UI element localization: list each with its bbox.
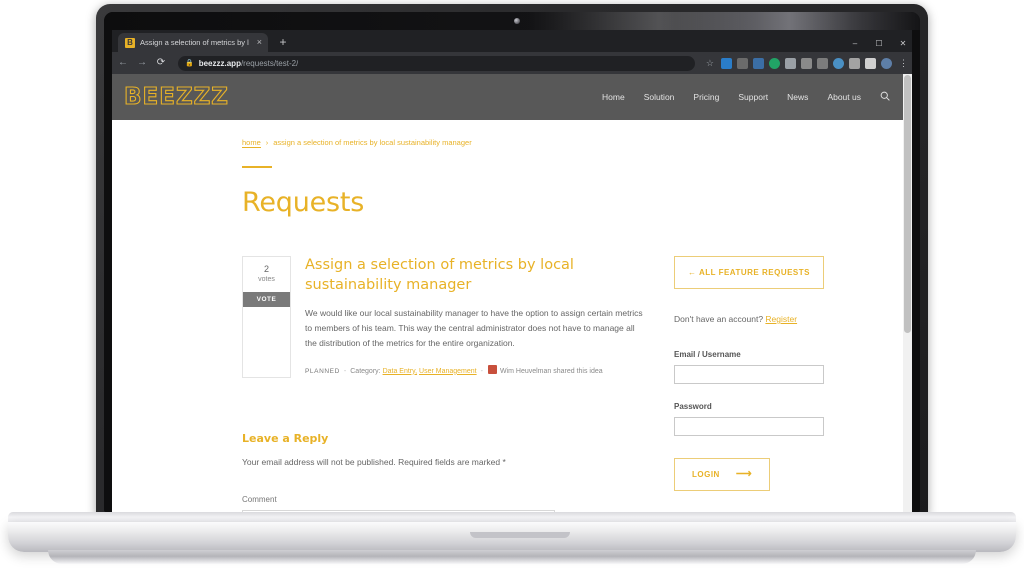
address-bar-url: beezzz.app/requests/test-2/ <box>199 59 299 68</box>
request-meta: PLANNED - Category: Data Entry, User Manag… <box>305 364 644 378</box>
webcam-icon <box>514 18 520 24</box>
reload-button-icon[interactable]: ⟳ <box>155 57 167 69</box>
laptop-base-lip <box>48 550 976 564</box>
reply-section: Leave a Reply Your email address will no… <box>242 392 644 512</box>
register-link[interactable]: Register <box>765 314 797 324</box>
login-button[interactable]: LOGIN ⟶ <box>674 458 771 491</box>
site-logo[interactable]: BEEZZZ <box>123 83 229 110</box>
extension-3-icon[interactable] <box>753 57 764 69</box>
nav-item-home[interactable]: Home <box>602 92 625 102</box>
address-bar[interactable]: 🔒 beezzz.app/requests/test-2/ <box>178 55 695 71</box>
password-field-label: Password <box>674 402 712 411</box>
author-avatar <box>487 364 497 374</box>
url-path: /requests/test-2/ <box>240 58 299 68</box>
page-viewport: BEEZZZ Home Solution Pricing Support New… <box>112 74 912 512</box>
profile-avatar-icon[interactable] <box>881 57 892 69</box>
extension-8-icon[interactable] <box>833 57 844 69</box>
author-credit: Wim Heuvelman shared this idea <box>499 367 603 375</box>
new-tab-button[interactable]: + <box>276 35 290 49</box>
browser-tabstrip: B Assign a selection of metrics by l × +… <box>112 30 912 52</box>
back-button-icon[interactable]: ← <box>117 57 129 69</box>
extension-10-icon[interactable] <box>865 57 876 69</box>
breadcrumb: home › assign a selection of metrics by lo… <box>242 138 894 148</box>
meta-separator-2: - <box>480 367 483 375</box>
nav-item-pricing[interactable]: Pricing <box>693 92 719 102</box>
comment-label: Comment <box>242 495 277 505</box>
laptop-screen: B Assign a selection of metrics by l × +… <box>104 12 920 512</box>
two-column-layout: 2 votes VOTE Assign a selection of metri… <box>242 256 894 512</box>
breadcrumb-home-link[interactable]: home <box>242 138 261 148</box>
vote-button[interactable]: VOTE <box>243 292 290 307</box>
tab-favicon-icon: B <box>125 37 135 48</box>
browser-menu-icon[interactable]: ⋮ <box>899 58 908 69</box>
content-container: home › assign a selection of metrics by lo… <box>112 120 894 512</box>
meta-separator-1: - <box>343 367 347 375</box>
email-field[interactable] <box>674 365 824 384</box>
browser-window: B Assign a selection of metrics by l × +… <box>112 30 912 512</box>
forward-button-icon[interactable]: → <box>136 57 148 69</box>
account-prompt: Don't have an account? Register <box>674 314 824 324</box>
laptop-base <box>0 512 1024 564</box>
reply-heading: Leave a Reply <box>242 432 329 446</box>
site-navigation: Home Solution Pricing Support News About… <box>602 88 912 106</box>
search-icon[interactable] <box>880 88 890 106</box>
vote-box: 2 votes VOTE <box>242 256 291 379</box>
nav-item-news[interactable]: News <box>787 92 808 102</box>
window-minimize-icon[interactable]: – <box>850 39 860 49</box>
status-badge: PLANNED <box>305 367 340 375</box>
title-divider <box>242 166 272 168</box>
webcam-bezel <box>104 12 920 30</box>
request-title: Assign a selection of metrics by local s… <box>305 257 574 293</box>
password-field[interactable] <box>674 417 824 436</box>
browser-toolbar: ← → ⟳ 🔒 beezzz.app/requests/test-2/ ☆ ⋮ <box>112 52 912 74</box>
nav-item-solution[interactable]: Solution <box>644 92 675 102</box>
extension-1-icon[interactable] <box>721 57 732 69</box>
page-title: Requests <box>242 187 365 218</box>
main-column: 2 votes VOTE Assign a selection of metri… <box>242 256 644 512</box>
category-link-user-management[interactable]: User Management <box>419 368 477 375</box>
window-controls: – ☐ ✕ <box>850 39 908 49</box>
sidebar-column: ← ALL FEATURE REQUESTS Don't have an acc… <box>674 256 824 512</box>
extension-9-icon[interactable] <box>849 57 860 69</box>
vote-count-label: votes <box>258 276 275 283</box>
laptop-lid: B Assign a selection of metrics by l × +… <box>96 4 928 516</box>
tab-close-icon[interactable]: × <box>257 38 262 47</box>
request-body: Assign a selection of metrics by local s… <box>305 256 644 378</box>
account-prompt-text: Don't have an account? <box>674 314 764 324</box>
browser-tab[interactable]: B Assign a selection of metrics by l × <box>118 33 268 52</box>
url-host: beezzz.app <box>198 58 241 68</box>
nav-item-support[interactable]: Support <box>738 92 768 102</box>
login-button-label: LOGIN <box>692 470 720 479</box>
nav-item-about-us[interactable]: About us <box>827 92 861 102</box>
site-header: BEEZZZ Home Solution Pricing Support New… <box>112 74 912 120</box>
category-label: Category: <box>350 367 381 375</box>
request-item: 2 votes VOTE Assign a selection of metri… <box>242 256 644 379</box>
extension-2-icon[interactable] <box>737 57 748 69</box>
laptop-base-notch <box>470 532 570 538</box>
laptop-base-body <box>8 522 1016 552</box>
breadcrumb-current[interactable]: assign a selection of metrics by local s… <box>273 138 471 147</box>
extension-7-icon[interactable] <box>817 57 828 69</box>
reply-note: Your email address will not be published… <box>242 457 506 468</box>
extension-4-icon[interactable] <box>769 57 780 69</box>
vote-count: 2 <box>263 264 269 274</box>
breadcrumb-separator-icon: › <box>265 138 269 147</box>
page-body: home › assign a selection of metrics by lo… <box>112 120 912 512</box>
laptop-mockup-stage: B Assign a selection of metrics by l × +… <box>0 0 1024 569</box>
all-feature-requests-button[interactable]: ← ALL FEATURE REQUESTS <box>674 256 824 289</box>
request-description: We would like our local sustainability m… <box>305 308 643 348</box>
extension-6-icon[interactable] <box>801 57 812 69</box>
extension-icons <box>721 57 892 69</box>
category-link-data-entry[interactable]: Data Entry, <box>383 368 418 375</box>
email-field-label: Email / Username <box>674 350 741 359</box>
lock-icon: 🔒 <box>185 59 194 67</box>
arrow-right-icon: ⟶ <box>735 468 753 480</box>
window-maximize-icon[interactable]: ☐ <box>874 39 884 49</box>
extension-5-icon[interactable] <box>785 57 796 69</box>
bookmark-star-icon[interactable]: ☆ <box>706 58 714 69</box>
window-close-icon[interactable]: ✕ <box>898 39 908 49</box>
tab-title: Assign a selection of metrics by l <box>140 38 249 47</box>
